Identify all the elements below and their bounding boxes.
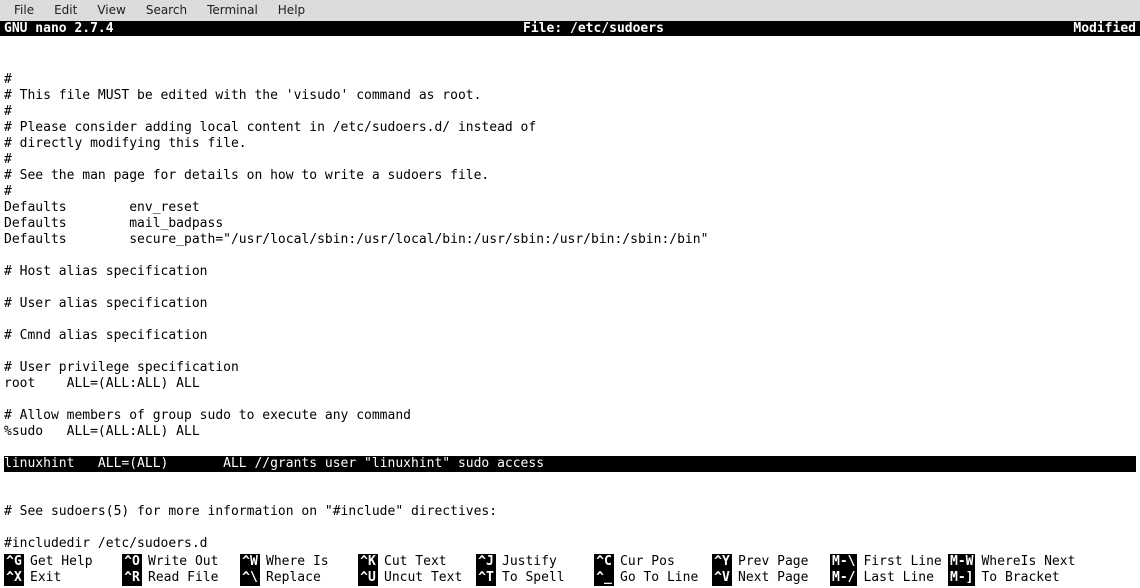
shortcut-item: M-]To Bracket xyxy=(948,570,1098,586)
shortcut-item: ^_Go To Line xyxy=(594,570,712,586)
editor-line[interactable]: root ALL=(ALL:ALL) ALL xyxy=(4,376,1136,392)
editor-line[interactable] xyxy=(4,248,1136,264)
editor-line[interactable] xyxy=(4,520,1136,536)
shortcut-item: ^KCut Text xyxy=(358,554,476,570)
shortcut-item: ^WWhere Is xyxy=(240,554,358,570)
shortcut-item: ^JJustify xyxy=(476,554,594,570)
nano-status: Modified xyxy=(1065,21,1136,36)
shortcut-key: ^K xyxy=(358,554,378,570)
nano-titlebar: GNU nano 2.7.4 File: /etc/sudoers Modifi… xyxy=(0,21,1140,36)
shortcut-key: M-\ xyxy=(830,554,857,570)
shortcut-key: ^C xyxy=(594,554,614,570)
editor-line[interactable]: # This file MUST be edited with the 'vis… xyxy=(4,88,1136,104)
shortcut-item: ^RRead File xyxy=(122,570,240,586)
shortcut-key: ^W xyxy=(240,554,260,570)
editor-line[interactable]: # xyxy=(4,152,1136,168)
shortcut-item: ^XExit xyxy=(4,570,122,586)
shortcut-key: M-] xyxy=(948,570,975,586)
editor-line[interactable]: # Host alias specification xyxy=(4,264,1136,280)
editor-line[interactable]: # See the man page for details on how to… xyxy=(4,168,1136,184)
shortcut-key: ^O xyxy=(122,554,142,570)
editor-line[interactable]: # See sudoers(5) for more information on… xyxy=(4,504,1136,520)
editor-line[interactable]: # directly modifying this file. xyxy=(4,136,1136,152)
shortcut-key: M-W xyxy=(948,554,975,570)
shortcut-label: Cur Pos xyxy=(614,554,675,570)
shortcut-item: ^UUncut Text xyxy=(358,570,476,586)
shortcut-key: ^_ xyxy=(594,570,614,586)
shortcut-label: Read File xyxy=(142,570,218,586)
menu-edit[interactable]: Edit xyxy=(44,1,87,19)
shortcut-label: First Line xyxy=(857,554,941,570)
menu-help[interactable]: Help xyxy=(268,1,315,19)
menu-file[interactable]: File xyxy=(4,1,44,19)
editor-line[interactable]: # xyxy=(4,104,1136,120)
editor-line[interactable]: # Allow members of group sudo to execute… xyxy=(4,408,1136,424)
shortcut-label: Where Is xyxy=(260,554,329,570)
shortcut-label: Uncut Text xyxy=(378,570,462,586)
editor-line[interactable]: # User alias specification xyxy=(4,296,1136,312)
editor-line[interactable] xyxy=(4,488,1136,504)
shortcut-label: Last Line xyxy=(857,570,933,586)
editor-line[interactable] xyxy=(4,280,1136,296)
shortcut-key: ^T xyxy=(476,570,496,586)
nano-shortcuts: ^GGet Help^OWrite Out^WWhere Is^KCut Tex… xyxy=(0,554,1140,588)
shortcut-key: M-/ xyxy=(830,570,857,586)
shortcut-item: ^TTo Spell xyxy=(476,570,594,586)
editor-line[interactable]: Defaults mail_badpass xyxy=(4,216,1136,232)
editor-line[interactable]: #includedir /etc/sudoers.d xyxy=(4,536,1136,552)
shortcut-key: ^X xyxy=(4,570,24,586)
shortcut-key: ^Y xyxy=(712,554,732,570)
shortcut-key: ^U xyxy=(358,570,378,586)
menu-search[interactable]: Search xyxy=(136,1,197,19)
shortcut-key: ^J xyxy=(476,554,496,570)
shortcut-label: Exit xyxy=(24,570,61,586)
shortcut-label: Justify xyxy=(496,554,557,570)
shortcut-item: M-/Last Line xyxy=(830,570,948,586)
menu-terminal[interactable]: Terminal xyxy=(197,1,268,19)
editor-cursor-line[interactable]: linuxhint ALL=(ALL) ALL //grants user "l… xyxy=(4,456,1136,472)
editor-line[interactable]: Defaults secure_path="/usr/local/sbin:/u… xyxy=(4,232,1136,248)
shortcut-item: ^OWrite Out xyxy=(122,554,240,570)
shortcut-item: M-WWhereIs Next xyxy=(948,554,1098,570)
shortcut-label: WhereIs Next xyxy=(975,554,1075,570)
shortcut-label: To Bracket xyxy=(975,570,1059,586)
shortcut-item: ^VNext Page xyxy=(712,570,830,586)
editor-line[interactable] xyxy=(4,56,1136,72)
editor-line[interactable]: # User privilege specification xyxy=(4,360,1136,376)
menu-view[interactable]: View xyxy=(87,1,135,19)
shortcut-label: Prev Page xyxy=(732,554,808,570)
shortcut-label: To Spell xyxy=(496,570,565,586)
shortcut-label: Cut Text xyxy=(378,554,447,570)
editor-line[interactable] xyxy=(4,40,1136,56)
editor-viewport[interactable]: ## This file MUST be edited with the 'vi… xyxy=(0,36,1140,554)
editor-line[interactable] xyxy=(4,312,1136,328)
app-menubar: File Edit View Search Terminal Help xyxy=(0,0,1140,21)
editor-line[interactable]: # Please consider adding local content i… xyxy=(4,120,1136,136)
nano-file-label: File: /etc/sudoers xyxy=(122,21,1066,36)
editor-line[interactable]: # Cmnd alias specification xyxy=(4,328,1136,344)
shortcut-key: ^\ xyxy=(240,570,260,586)
shortcut-label: Get Help xyxy=(24,554,93,570)
shortcut-item: ^\Replace xyxy=(240,570,358,586)
editor-line[interactable] xyxy=(4,440,1136,456)
shortcut-label: Replace xyxy=(260,570,321,586)
editor-line[interactable] xyxy=(4,392,1136,408)
shortcut-item: ^CCur Pos xyxy=(594,554,712,570)
shortcut-key: ^V xyxy=(712,570,732,586)
editor-line[interactable]: # xyxy=(4,184,1136,200)
editor-line[interactable]: %sudo ALL=(ALL:ALL) ALL xyxy=(4,424,1136,440)
shortcut-key: ^G xyxy=(4,554,24,570)
editor-line[interactable] xyxy=(4,472,1136,488)
editor-line[interactable]: # xyxy=(4,72,1136,88)
shortcut-label: Next Page xyxy=(732,570,808,586)
shortcut-item: ^GGet Help xyxy=(4,554,122,570)
shortcut-label: Go To Line xyxy=(614,570,698,586)
editor-line[interactable] xyxy=(4,344,1136,360)
shortcut-item: ^YPrev Page xyxy=(712,554,830,570)
shortcut-item: M-\First Line xyxy=(830,554,948,570)
nano-version: GNU nano 2.7.4 xyxy=(4,21,122,36)
editor-line[interactable]: Defaults env_reset xyxy=(4,200,1136,216)
shortcut-label: Write Out xyxy=(142,554,218,570)
shortcut-key: ^R xyxy=(122,570,142,586)
